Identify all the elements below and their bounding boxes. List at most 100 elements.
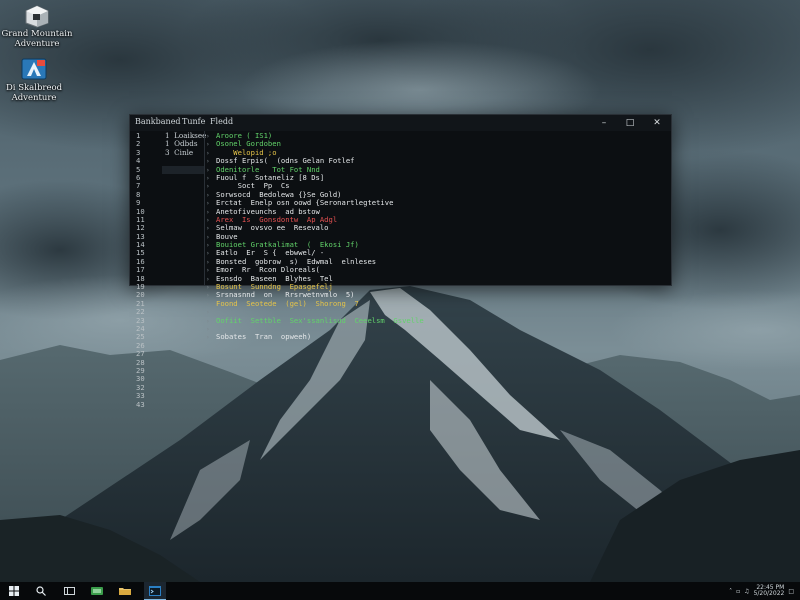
code-line[interactable]: Foond Seotede (gel) Shorong 7 [216,300,668,308]
terminal-taskbar-button[interactable] [144,582,166,600]
task-view-button[interactable] [58,582,80,600]
pane-divider[interactable] [204,131,205,286]
folder-icon [119,588,131,595]
close-button[interactable]: ✕ [644,115,670,131]
code-line[interactable]: Sorwsocd Bedolewa {}Se Gold) [216,191,668,199]
desktop-icon-game[interactable]: Grand Mountain Adventure [0,4,77,49]
edge-button[interactable] [86,582,108,600]
line-number: 6 [136,172,141,182]
fold-chevron-icon[interactable]: › [206,284,214,292]
network-icon[interactable]: ▫ [736,588,740,595]
line-number: 25 [136,332,145,342]
explorer-button[interactable] [114,582,136,600]
notification-icon[interactable]: □ [788,588,794,595]
code-line[interactable]: Odenitorle Tot Fot Nnd [216,166,668,174]
code-line[interactable]: Bouioet Gratkalimat ( Ekosi Jf) [216,241,668,249]
line-number: 20 [136,290,145,300]
code-line[interactable]: Soct Pp Cs [216,182,668,190]
fold-chevron-icon[interactable]: › [206,267,214,275]
fold-chevron-icon[interactable]: › [206,158,214,166]
fold-markers: › › › › › › › › › › › › › › › › › › › › › › › › › [206,133,214,343]
line-number: 24 [136,323,145,333]
cube-icon [25,5,49,28]
desktop-icon-app2[interactable]: Di Skalbreod Adventure [0,56,74,103]
fold-chevron-icon[interactable]: › [206,133,214,141]
clock[interactable]: 22:45 PM 5/20/2022 [754,584,785,598]
code-line[interactable]: Esnsdo Baseen Blyhes Tel [216,275,668,283]
code-line[interactable]: Oofiit Settble Sex'ssanlisud Ceeelsm Gsv… [216,317,668,325]
fold-chevron-icon[interactable]: › [206,309,214,317]
line-number: 11 [136,214,145,224]
code-line[interactable]: Bouve [216,233,668,241]
desktop-icon-label: Di Skalbreod Adventure [5,83,63,103]
fold-chevron-icon[interactable]: › [206,183,214,191]
code-line[interactable]: Arex Is Gonsdontw Ap Adgl [216,216,668,224]
fold-chevron-icon[interactable]: › [206,209,214,217]
fold-chevron-icon[interactable]: › [206,301,214,309]
terminal-window[interactable]: Bankbaned Tunfe Fledd – □ ✕ 1 2 3 4 5 6 7 8 9 10 1… [129,114,672,408]
code-line[interactable]: Erctat Enelp osn oowd {Seronartlegtetive [216,199,668,207]
fold-chevron-icon[interactable]: › [206,292,214,300]
fold-chevron-icon[interactable]: › [206,318,214,326]
minimize-button[interactable]: – [591,115,617,131]
code-line[interactable]: Srsnasnnd on Rrsrwetnvmlo 5) [216,291,668,299]
fold-chevron-icon[interactable]: › [206,192,214,200]
code-line[interactable]: Welopid ;o [216,149,668,157]
code-line[interactable]: Bonsted gobrow s) Edwmal elnleses [216,258,668,266]
menu-item-bankbaned[interactable]: Bankbaned [135,117,181,126]
windows-logo-icon [9,586,19,596]
fold-chevron-icon[interactable]: › [206,225,214,233]
fold-chevron-icon[interactable]: › [206,167,214,175]
fold-chevron-icon[interactable]: › [206,234,214,242]
fold-chevron-icon[interactable]: › [206,150,214,158]
menu-item-fledd[interactable]: Fledd [210,117,233,126]
code-line[interactable]: Emor Rr Rcon Dloreals( [216,266,668,274]
search-button[interactable] [30,582,52,600]
fold-chevron-icon[interactable]: › [206,200,214,208]
line-number: 8 [136,189,141,199]
fold-chevron-icon[interactable]: › [206,175,214,183]
maximize-button[interactable]: □ [617,115,643,131]
fold-chevron-icon[interactable]: › [206,259,214,267]
line-number: 13 [136,231,145,241]
line-number: 29 [136,365,145,375]
volume-icon[interactable]: ♫ [744,588,749,595]
code-line[interactable]: Dossf Erpis( (odns Gelan Fotlef [216,157,668,165]
code-line[interactable]: Sobates Tran opweeh) [216,333,668,341]
code-line[interactable] [216,325,668,333]
line-number: 26 [136,340,145,350]
fold-chevron-icon[interactable]: › [206,334,214,342]
code-line[interactable] [216,308,668,316]
chevron-up-icon[interactable]: ˄ [729,588,732,595]
code-line[interactable]: Anetofiveunchs ad bstow [216,208,668,216]
search-icon [36,586,46,596]
code-line[interactable]: Bosunt Sunndng Epasgefelj [216,283,668,291]
sidebar-item[interactable]: 3 Cinle [162,148,204,157]
code-line[interactable]: Osonel Gordoben [216,140,668,148]
code-editor[interactable]: Aroore ( IS1) Osonel Gordoben Welopid ;o D… [216,131,668,341]
fold-chevron-icon[interactable]: › [206,217,214,225]
code-line[interactable]: Selmaw ovsvo ee Resevalo [216,224,668,232]
line-number: 15 [136,248,145,258]
fold-chevron-icon[interactable]: › [206,250,214,258]
fold-chevron-icon[interactable]: › [206,326,214,334]
line-number: 32 [136,382,145,392]
menu-item-tunfe[interactable]: Tunfe [182,117,205,126]
sidebar-item[interactable] [162,157,204,165]
title-bar[interactable]: Bankbaned Tunfe Fledd – □ ✕ [130,115,671,131]
line-number: 28 [136,357,145,367]
minimize-icon: – [601,118,607,128]
fold-chevron-icon[interactable]: › [206,242,214,250]
code-line[interactable]: Eatlo Er S { ebwwel/ - [216,249,668,257]
system-tray[interactable]: ˄ ▫ ♫ 22:45 PM 5/20/2022 □ [729,584,794,598]
start-button[interactable] [3,582,25,600]
fold-chevron-icon[interactable]: › [206,141,214,149]
fold-chevron-icon[interactable]: › [206,276,214,284]
sidebar-item[interactable] [162,165,204,174]
line-number: 2 [136,139,141,149]
file-sidebar[interactable]: 1 Loaiksee 1 Odbds 3 Cinle [162,131,206,286]
code-line[interactable]: Fuoul f Sotaneliz [8 Ds] [216,174,668,182]
line-number: 14 [136,240,145,250]
line-number: 22 [136,307,145,317]
code-line[interactable]: Aroore ( IS1) [216,132,668,140]
